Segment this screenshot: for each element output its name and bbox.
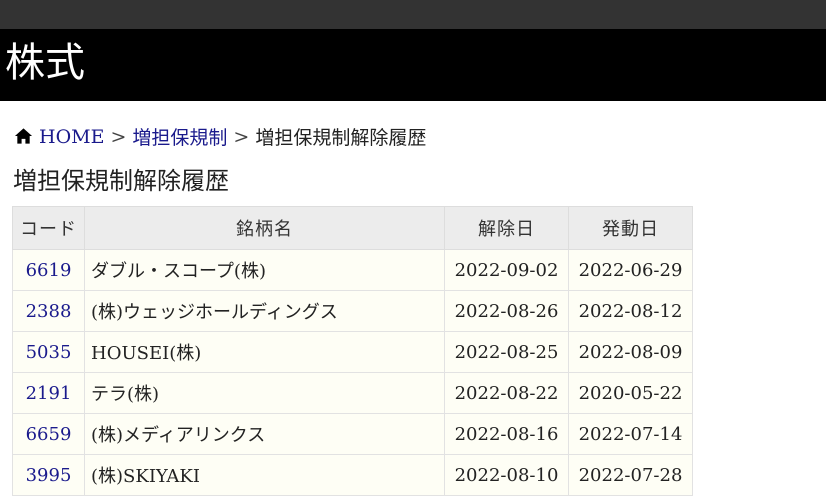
header-code: コード <box>12 206 85 250</box>
page-title: 増担保規制解除履歴 <box>13 167 229 195</box>
stock-code-link[interactable]: 5035 <box>26 342 72 363</box>
stock-code-link[interactable]: 6659 <box>26 424 72 445</box>
table-row: 6619 ダブル・スコープ(株) 2022-09-02 2022-06-29 <box>12 249 693 291</box>
trigger-date: 2022-08-12 <box>568 290 693 332</box>
top-bar <box>0 0 826 29</box>
release-date: 2022-08-16 <box>444 413 569 455</box>
table-row: 3995 (株)SKIYAKI 2022-08-10 2022-07-28 <box>12 454 693 496</box>
stock-name: テラ(株) <box>84 372 445 414</box>
code-cell: 6659 <box>12 413 85 455</box>
release-date: 2022-08-22 <box>444 372 569 414</box>
breadcrumb: HOME > 増担保規制 > 増担保規制解除履歴 <box>14 123 426 150</box>
table-row: 5035 HOUSEI(株) 2022-08-25 2022-08-09 <box>12 331 693 373</box>
breadcrumb-separator: > <box>233 125 250 148</box>
code-cell: 5035 <box>12 331 85 373</box>
stock-code-link[interactable]: 6619 <box>26 260 72 281</box>
release-date: 2022-08-26 <box>444 290 569 332</box>
stock-name: (株)SKIYAKI <box>84 454 445 496</box>
table-header-row: コード 銘柄名 解除日 発動日 <box>12 206 693 250</box>
trigger-date: 2022-07-14 <box>568 413 693 455</box>
code-cell: 2191 <box>12 372 85 414</box>
trigger-date: 2022-06-29 <box>568 249 693 291</box>
release-history-table: コード 銘柄名 解除日 発動日 6619 ダブル・スコープ(株) 2022-09… <box>12 206 693 496</box>
release-date: 2022-08-10 <box>444 454 569 496</box>
table-row: 2388 (株)ウェッジホールディングス 2022-08-26 2022-08-… <box>12 290 693 332</box>
stock-name: (株)メディアリンクス <box>84 413 445 455</box>
release-date: 2022-08-25 <box>444 331 569 373</box>
breadcrumb-home-link[interactable]: HOME <box>39 126 104 148</box>
stock-code-link[interactable]: 3995 <box>26 465 72 486</box>
stock-name: ダブル・スコープ(株) <box>84 249 445 291</box>
header-release-date: 解除日 <box>444 206 569 250</box>
trigger-date: 2022-08-09 <box>568 331 693 373</box>
stock-name: (株)ウェッジホールディングス <box>84 290 445 332</box>
site-title[interactable]: 株式 <box>5 43 85 83</box>
code-cell: 3995 <box>12 454 85 496</box>
stock-code-link[interactable]: 2191 <box>26 383 72 404</box>
breadcrumb-parent-link[interactable]: 増担保規制 <box>132 123 227 150</box>
stock-name: HOUSEI(株) <box>84 331 445 373</box>
code-cell: 6619 <box>12 249 85 291</box>
header-trigger-date: 発動日 <box>568 206 693 250</box>
breadcrumb-current: 増担保規制解除履歴 <box>255 127 427 149</box>
home-icon[interactable] <box>14 127 33 145</box>
stock-code-link[interactable]: 2388 <box>26 301 72 322</box>
code-cell: 2388 <box>12 290 85 332</box>
breadcrumb-separator: > <box>110 125 127 148</box>
release-date: 2022-09-02 <box>444 249 569 291</box>
header-name: 銘柄名 <box>84 206 445 250</box>
trigger-date: 2020-05-22 <box>568 372 693 414</box>
table-row: 2191 テラ(株) 2022-08-22 2020-05-22 <box>12 372 693 414</box>
table-row: 6659 (株)メディアリンクス 2022-08-16 2022-07-14 <box>12 413 693 455</box>
site-header: 株式 <box>0 29 826 101</box>
trigger-date: 2022-07-28 <box>568 454 693 496</box>
